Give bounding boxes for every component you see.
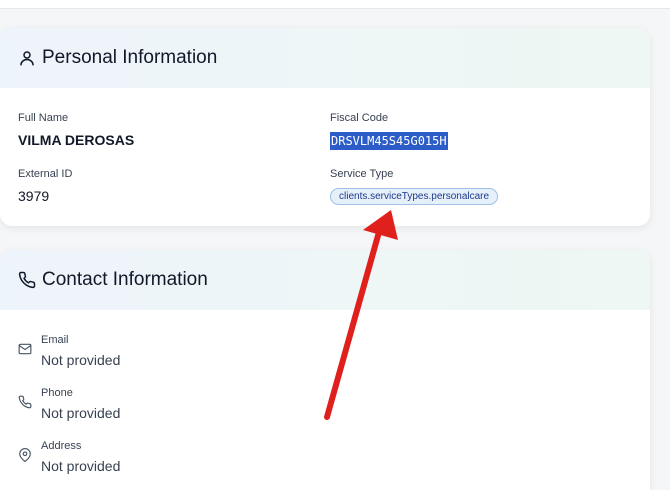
external-id-field: External ID 3979 [18, 168, 72, 204]
external-id-label: External ID [18, 168, 73, 180]
service-type-badge: clients.serviceTypes.personalcare [330, 188, 499, 205]
service-type-label: Service Type [330, 168, 394, 180]
full-name-value: VILMA DEROSAS [18, 132, 135, 148]
phone-icon [18, 395, 32, 409]
email-value: Not provided [41, 352, 121, 368]
phone-label: Phone [41, 387, 73, 399]
email-label: Email [41, 334, 69, 346]
contact-info-title: Contact Information [42, 269, 208, 290]
fiscal-code-field: Fiscal Code DRSVLM45S45G015H [330, 112, 448, 150]
user-icon [20, 51, 34, 66]
external-id-value: 3979 [18, 188, 50, 204]
fiscal-code-value[interactable]: DRSVLM45S45G015H [330, 132, 448, 150]
phone-value: Not provided [41, 405, 121, 421]
contact-info-card: Contact Information Email Not provided P… [0, 250, 650, 490]
fiscal-code-label: Fiscal Code [330, 112, 389, 124]
top-bar [0, 0, 670, 9]
personal-info-title: Personal Information [42, 47, 218, 68]
full-name-label: Full Name [18, 112, 69, 124]
contact-info-header: Contact Information [0, 250, 650, 310]
phone-row: Phone Not provided [18, 387, 120, 421]
service-type-field: Service Type clients.serviceTypes.person… [330, 168, 499, 205]
email-row: Email Not provided [18, 334, 120, 368]
personal-info-card: Personal Information Full Name VILMA DER… [0, 28, 650, 226]
address-value: Not provided [41, 458, 121, 474]
map-pin-icon [19, 448, 31, 462]
personal-info-header: Personal Information [0, 28, 650, 88]
phone-icon [18, 271, 36, 289]
address-label: Address [41, 440, 82, 452]
address-row: Address Not provided [18, 440, 120, 474]
full-name-field: Full Name VILMA DEROSAS [18, 112, 134, 148]
mail-icon [18, 343, 32, 355]
